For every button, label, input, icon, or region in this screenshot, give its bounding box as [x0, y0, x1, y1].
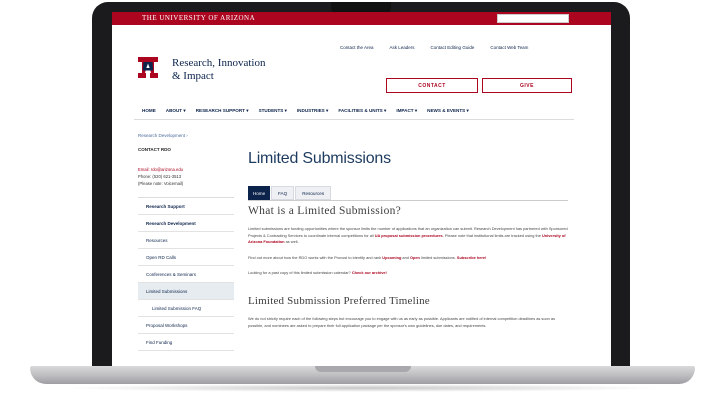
nav-item-students[interactable]: STUDENTS ▾ [259, 108, 287, 114]
utility-link[interactable]: Ask Leaders [390, 45, 415, 50]
laptop-shadow [60, 384, 665, 392]
text: Looking for a past copy of this limited … [248, 270, 352, 276]
site-header: Research, Innovation & Impact Contact th… [112, 25, 611, 105]
nav-item-industries[interactable]: INDUSTRIES ▾ [297, 108, 328, 114]
contact-info: Email: rdo@arizona.edu Phone: (520) 621-… [138, 166, 234, 187]
university-logo-icon[interactable] [134, 53, 162, 81]
search-input[interactable] [497, 14, 569, 23]
tab-resources[interactable]: Resources [295, 186, 332, 200]
contact-extra: (Please note: Voicemail) [138, 181, 184, 186]
intro-paragraph: Limited submissions are funding opportun… [248, 226, 568, 246]
archive-paragraph: Looking for a past copy of this limited … [248, 270, 568, 277]
nav-item-home[interactable]: HOME [142, 108, 156, 114]
sidebar-item-limited-submission-faq[interactable]: Limited Submission FAQ [138, 300, 234, 317]
sidebar-item-resources[interactable]: Resources [138, 232, 234, 249]
text: limited submissions. [419, 254, 457, 260]
sidebar-item-open-calls[interactable]: Open RD Calls [138, 249, 234, 266]
utility-link[interactable]: Contact Editing Guide [431, 45, 475, 50]
nav-item-facilities[interactable]: FACILITIES & UNITS ▾ [338, 108, 386, 114]
give-button[interactable]: GIVE [482, 78, 572, 93]
text: as well. [284, 239, 299, 245]
sidebar-item-proposal-workshops[interactable]: Proposal Workshops [138, 317, 234, 334]
sidebar-item-find-funding[interactable]: Find Funding [138, 334, 234, 351]
contact-label: CONTACT RDO [138, 147, 171, 152]
section-heading: What is a Limited Submission? [248, 205, 402, 217]
site-title-line2: & Impact [172, 70, 214, 82]
breadcrumb[interactable]: Research Development › [138, 133, 188, 138]
contact-button[interactable]: CONTACT [386, 78, 478, 93]
text: and [401, 254, 410, 260]
site-title-line1: Research, Innovation [172, 57, 266, 69]
sidebar-item-research-support[interactable]: Research Support [138, 198, 234, 215]
utility-links: Contact the Area Ask Leaders Contact Edi… [340, 45, 528, 50]
nav-item-about[interactable]: ABOUT ▾ [166, 108, 186, 114]
product-shot: THE UNIVERSITY OF ARIZONA Research, Inno… [0, 0, 725, 396]
procedures-link[interactable]: UA proposal submission procedures [375, 233, 443, 238]
university-name[interactable]: THE UNIVERSITY OF ARIZONA [142, 14, 255, 22]
sidebar-item-research-development[interactable]: Research Development [138, 215, 234, 232]
university-topbar: THE UNIVERSITY OF ARIZONA [112, 12, 611, 25]
tab-home[interactable]: Home [248, 186, 270, 200]
text: . Please note that institutional limits … [442, 232, 542, 238]
contact-phone: Phone: (520) 621-3513 [138, 174, 182, 179]
sidebar-menu: Research Support Research Development Re… [138, 197, 234, 351]
content-tabs: Home FAQ Resources [248, 186, 578, 200]
upcoming-link[interactable]: Upcoming [382, 255, 401, 260]
tab-faq[interactable]: FAQ [271, 186, 295, 200]
contact-email[interactable]: Email: rdo@arizona.edu [138, 166, 234, 173]
nav-item-impact[interactable]: IMPACT ▾ [396, 108, 417, 114]
timeline-paragraph: We do not strictly require each of the f… [248, 315, 556, 328]
site-title[interactable]: Research, Innovation & Impact [172, 57, 265, 83]
timeline-heading: Limited Submission Preferred Timeline [248, 294, 430, 307]
subscribe-link[interactable]: Subscribe here! [457, 255, 486, 260]
laptop-base [30, 366, 695, 384]
nav-divider [134, 119, 574, 120]
laptop-screen: THE UNIVERSITY OF ARIZONA Research, Inno… [112, 12, 611, 370]
utility-link[interactable]: Contact the Area [340, 45, 374, 50]
base-notch [314, 366, 411, 372]
archive-link[interactable]: Check our archive! [352, 270, 387, 275]
sidebar: CONTACT RDO Email: rdo@arizona.edu Phone… [138, 147, 234, 351]
open-link[interactable]: Open [410, 255, 420, 260]
text: Find out more about how the RDO works wi… [248, 254, 383, 260]
page-title: Limited Submissions [248, 150, 391, 167]
tab-divider [248, 200, 568, 201]
subscribe-paragraph: Find out more about how the RDO works wi… [248, 255, 568, 262]
sidebar-item-conferences[interactable]: Conferences & Seminars [138, 266, 234, 283]
main-nav: HOME ABOUT ▾ RESEARCH SUPPORT ▾ STUDENTS… [142, 108, 469, 114]
utility-link[interactable]: Contact Web Team [490, 45, 528, 50]
sidebar-item-limited-submissions[interactable]: Limited Submissions [138, 283, 234, 300]
main-content: Limited Submissions Home FAQ Resources W… [248, 142, 578, 329]
nav-item-news[interactable]: NEWS & EVENTS ▾ [427, 108, 469, 114]
nav-item-research-support[interactable]: RESEARCH SUPPORT ▾ [196, 108, 249, 114]
